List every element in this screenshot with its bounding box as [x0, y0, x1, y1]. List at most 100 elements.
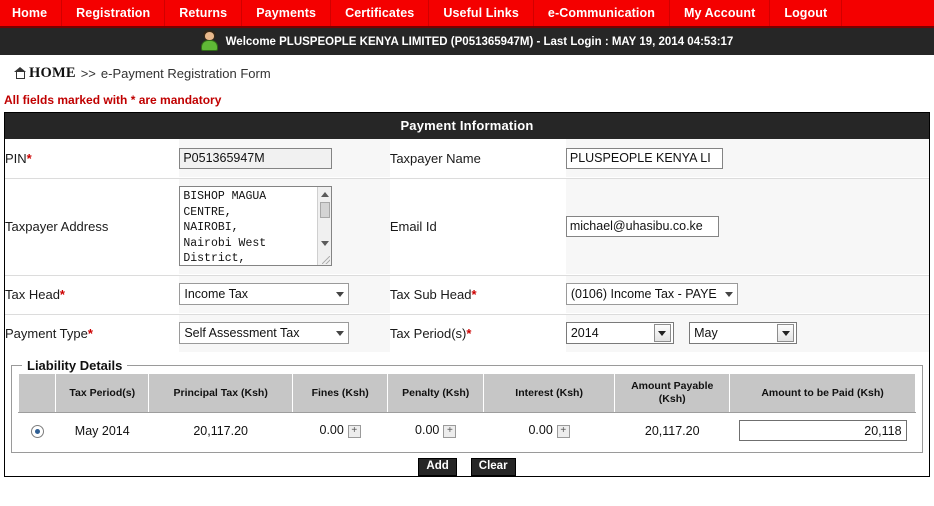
- welcome-bar: Welcome PLUSPEOPLE KENYA LIMITED (P05136…: [0, 28, 934, 55]
- chevron-down-icon: [658, 330, 667, 336]
- main-navigation: Home Registration Returns Payments Certi…: [0, 0, 934, 28]
- column-header-principal-tax: Principal Tax (Ksh): [148, 373, 293, 413]
- taxpayer-address-field-cell: BISHOP MAGUA CENTRE, NAIROBI, Nairobi We…: [179, 178, 390, 274]
- welcome-message: Welcome PLUSPEOPLE KENYA LIMITED (P05136…: [225, 35, 734, 48]
- tax-head-field-cell: Income Tax: [179, 275, 390, 313]
- taxpayer-address-label-cell: Taxpayer Address: [5, 178, 179, 274]
- tax-period-year-value: 2014: [570, 326, 599, 341]
- row-select-cell: [18, 412, 56, 448]
- taxpayer-name-label-cell: Taxpayer Name: [390, 139, 566, 177]
- month-dropdown-button[interactable]: [777, 324, 795, 343]
- interest-value: 0.00: [528, 423, 553, 438]
- column-header-amount-to-be-paid: Amount to be Paid (Ksh): [729, 373, 916, 413]
- cell-tax-period: May 2014: [55, 412, 149, 448]
- fines-value: 0.00: [319, 423, 344, 438]
- payment-type-label-cell: Payment Type*: [5, 314, 179, 352]
- payment-information-form: PIN* Taxpayer Name Taxpayer Address BISH…: [5, 139, 929, 352]
- nav-item-logout[interactable]: Logout: [770, 0, 843, 26]
- interest-expand-plus-icon[interactable]: +: [556, 424, 570, 438]
- cell-fines: 0.00 +: [292, 412, 388, 448]
- email-label-cell: Email Id: [390, 178, 566, 274]
- scroll-down-arrow-icon[interactable]: [321, 241, 330, 247]
- column-header-fines: Fines (Ksh): [291, 373, 389, 413]
- clear-button[interactable]: Clear: [470, 458, 516, 476]
- scrollbar-thumb[interactable]: [320, 202, 331, 219]
- tax-periods-field-cell: 2014 May: [565, 314, 929, 352]
- year-dropdown-button[interactable]: [653, 324, 671, 343]
- email-field[interactable]: [565, 215, 719, 237]
- pin-required-marker: *: [26, 150, 32, 166]
- nav-item-returns[interactable]: Returns: [165, 0, 243, 26]
- cell-interest: 0.00 +: [483, 412, 615, 448]
- taxpayer-address-textarea[interactable]: BISHOP MAGUA CENTRE, NAIROBI, Nairobi We…: [179, 186, 333, 267]
- address-scrollbar[interactable]: [317, 187, 332, 266]
- tax-head-label-cell: Tax Head*: [5, 275, 179, 313]
- breadcrumb-home-link[interactable]: HOME: [29, 65, 76, 82]
- nav-item-home[interactable]: Home: [0, 0, 63, 26]
- amount-to-be-paid-input[interactable]: [738, 420, 907, 441]
- tax-sub-head-select[interactable]: (0106) Income Tax - PAYE: [565, 283, 738, 306]
- nav-item-my-account[interactable]: My Account: [670, 0, 771, 26]
- table-header-row: Tax Period(s) Principal Tax (Ksh) Fines …: [17, 373, 916, 413]
- liability-details-table: Tax Period(s) Principal Tax (Ksh) Fines …: [17, 373, 916, 448]
- nav-item-certificates[interactable]: Certificates: [331, 0, 430, 26]
- textarea-resize-grip[interactable]: [322, 256, 331, 265]
- tax-head-required-marker: *: [59, 286, 65, 302]
- pin-label-cell: PIN*: [5, 139, 179, 177]
- column-header-select: [17, 373, 57, 413]
- liability-table-body: May 2014 20,117.20 0.00 + 0.00 + 0.00 + 20,…: [18, 412, 916, 448]
- payment-type-selected-value: Self Assessment Tax: [184, 326, 300, 341]
- tax-sub-head-selected-value: (0106) Income Tax - PAYE: [570, 287, 717, 302]
- tax-period-month-select[interactable]: May: [689, 322, 798, 345]
- cell-penalty: 0.00 +: [387, 412, 484, 448]
- nav-item-e-communication[interactable]: e-Communication: [534, 0, 670, 26]
- nav-filler: [842, 0, 934, 26]
- home-icon[interactable]: [14, 67, 27, 79]
- user-avatar-icon: [200, 30, 218, 51]
- pin-label: PIN: [5, 150, 27, 166]
- row-select-radio[interactable]: [30, 424, 44, 438]
- tax-head-select[interactable]: Income Tax: [179, 283, 350, 306]
- form-row-pin: PIN* Taxpayer Name: [5, 139, 929, 177]
- scroll-up-arrow-icon[interactable]: [321, 192, 330, 198]
- table-row: May 2014 20,117.20 0.00 + 0.00 + 0.00 + 20,…: [18, 412, 916, 448]
- liability-details-section: Liability Details Tax Period(s) Principa…: [11, 358, 923, 453]
- breadcrumb-current-page: e-Payment Registration Form: [100, 65, 271, 81]
- payment-type-required-marker: *: [87, 325, 93, 341]
- tax-period-month-value: May: [694, 326, 718, 341]
- tax-sub-head-required-marker: *: [471, 286, 477, 302]
- taxpayer-address-text: BISHOP MAGUA CENTRE, NAIROBI, Nairobi We…: [183, 190, 267, 266]
- form-actions: Add Clear: [5, 455, 929, 476]
- form-row-payment-type: Payment Type* Self Assessment Tax Tax Pe…: [5, 314, 929, 352]
- payment-information-panel: Payment Information PIN* Taxpayer Name T…: [4, 112, 930, 477]
- tax-head-label: Tax Head: [5, 286, 60, 302]
- add-button[interactable]: Add: [418, 458, 457, 476]
- nav-item-registration[interactable]: Registration: [62, 0, 166, 26]
- liability-details-legend: Liability Details: [27, 358, 123, 373]
- tax-period-year-select[interactable]: 2014: [565, 322, 674, 345]
- nav-item-payments[interactable]: Payments: [242, 0, 332, 26]
- tax-periods-label-cell: Tax Period(s)*: [390, 314, 566, 352]
- tax-periods-label: Tax Period(s): [389, 325, 467, 341]
- taxpayer-name-input[interactable]: [565, 147, 723, 169]
- liability-table-header: Tax Period(s) Principal Tax (Ksh) Fines …: [17, 373, 916, 413]
- penalty-expand-plus-icon[interactable]: +: [443, 424, 457, 438]
- pin-input[interactable]: [179, 147, 333, 169]
- cell-amount-payable: 20,117.20: [614, 412, 730, 448]
- tax-head-selected-value: Income Tax: [184, 287, 249, 302]
- chevron-down-icon: [336, 330, 345, 336]
- column-header-tax-period: Tax Period(s): [55, 373, 150, 413]
- taxpayer-address-label: Taxpayer Address: [5, 218, 109, 234]
- tax-periods-required-marker: *: [466, 325, 472, 341]
- tax-sub-head-label: Tax Sub Head: [389, 286, 472, 302]
- nav-item-useful-links[interactable]: Useful Links: [429, 0, 534, 26]
- penalty-value: 0.00: [415, 423, 440, 438]
- form-row-address: Taxpayer Address BISHOP MAGUA CENTRE, NA…: [5, 178, 929, 274]
- payment-type-select[interactable]: Self Assessment Tax: [179, 322, 350, 345]
- payment-type-label: Payment Type: [5, 325, 88, 341]
- fines-expand-plus-icon[interactable]: +: [347, 424, 361, 438]
- breadcrumb: HOME >> e-Payment Registration Form: [0, 55, 934, 91]
- email-label: Email Id: [389, 218, 437, 234]
- email-field-cell: [565, 178, 929, 274]
- pin-field-cell: [179, 139, 390, 177]
